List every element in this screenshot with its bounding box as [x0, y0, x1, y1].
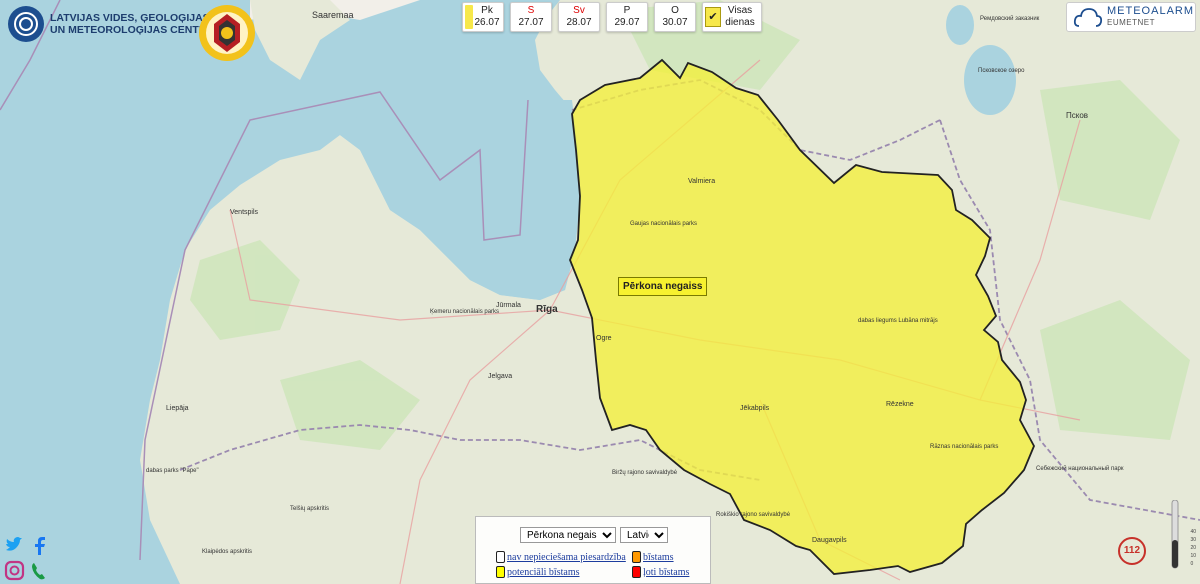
- scale-tick: 20: [1190, 545, 1196, 551]
- legend-swatch: [496, 566, 505, 578]
- pskov-lake: [964, 45, 1016, 115]
- cloud-icon: [1073, 8, 1103, 27]
- legend-link[interactable]: nav nepieciešama piesardzība: [507, 552, 626, 563]
- label-rezekne: Rēzekne: [886, 401, 914, 408]
- legend-link[interactable]: potenciāli bīstams: [507, 567, 580, 578]
- day-date: 29.07: [614, 17, 640, 28]
- meteoalarm-logo[interactable]: METEOALARM EUMETNET: [1066, 2, 1196, 32]
- emergency-112-button[interactable]: 112: [1118, 537, 1146, 565]
- day-name: P: [623, 5, 631, 16]
- social-row-top: [6, 537, 45, 555]
- warning-area-label[interactable]: Pērkona negaiss: [618, 277, 708, 296]
- label-pskov: Псков: [1066, 111, 1088, 120]
- label-daugavpils: Daugavpils: [812, 537, 847, 544]
- legend-swatch: [496, 551, 505, 563]
- scale-tick: 10: [1190, 553, 1196, 559]
- label-razna: Rāznas nacionālais parks: [930, 444, 998, 450]
- social-row-bottom: [4, 560, 45, 581]
- org-name-line2: UN METEOROLOĢIJAS CENTRS: [50, 24, 214, 36]
- day-tab-3[interactable]: P 29.07: [606, 2, 648, 32]
- meteoalarm-title: METEOALARM: [1107, 5, 1195, 17]
- label-rokiskio: Rokiškio rajono savivaldybė: [716, 512, 791, 518]
- legend-swatch: [632, 551, 641, 563]
- label-riga: Rīga: [536, 304, 558, 315]
- hazard-select[interactable]: Pērkona negaiss: [520, 527, 616, 543]
- label-ventspils: Ventspils: [230, 209, 259, 216]
- day-date: 28.07: [566, 17, 592, 28]
- day-name: O: [671, 5, 679, 16]
- legend-item-dangerous[interactable]: bīstams: [632, 551, 674, 563]
- warning-flag: [465, 5, 473, 29]
- day-name: S: [527, 5, 535, 16]
- day-name: Sv: [573, 5, 585, 16]
- label-lubana: dabas liegums Lubāna mitrājs: [858, 318, 938, 324]
- label-liepaja: Liepāja: [166, 405, 189, 412]
- legend-item-potential[interactable]: potenciāli bīstams: [496, 566, 580, 578]
- map[interactable]: Saaremaa Ventspils Rīga Jūrmala Ķemeru n…: [0, 0, 1200, 584]
- label-jekabpils: Jēkabpils: [740, 405, 770, 412]
- label-birzu: Biržų rajono savivaldybė: [612, 470, 678, 476]
- label-gaujas: Gaujas nacionālais parks: [630, 221, 697, 227]
- vugd-emblem-icon[interactable]: [196, 2, 258, 64]
- org-name-line1: LATVIJAS VIDES, ĢEOLOĢIJAS: [50, 12, 210, 24]
- label-sebezh: Себежский национальный парк: [1036, 465, 1124, 472]
- legend-item-none[interactable]: nav nepieciešama piesardzība: [496, 551, 626, 563]
- label-saaremaa: Saaremaa: [312, 10, 354, 20]
- scale-tick: 30: [1190, 537, 1196, 543]
- day-date: 30.07: [662, 17, 688, 28]
- facebook-icon[interactable]: [35, 537, 45, 555]
- instagram-icon[interactable]: [4, 560, 25, 581]
- scale-tick: 40: [1190, 529, 1196, 535]
- legend-item-very-dangerous[interactable]: ļoti bīstams: [632, 566, 689, 578]
- lvgmc-logo-icon: [8, 6, 44, 42]
- day-date: 27.07: [518, 17, 544, 28]
- day-tab-2[interactable]: Sv 28.07: [558, 2, 600, 32]
- day-tab-1[interactable]: S 27.07: [510, 2, 552, 32]
- twitter-icon[interactable]: [6, 537, 22, 551]
- label-papes: dabas parks "Pape": [146, 468, 199, 474]
- label-ogre: Ogre: [596, 335, 612, 342]
- scale-ticks: 40 30 20 10 0: [1190, 528, 1196, 568]
- day-tab-0[interactable]: Pk 26.07: [462, 2, 504, 32]
- phone-icon[interactable]: [32, 563, 45, 580]
- checkmark-icon: ✔: [705, 7, 721, 27]
- legend-link[interactable]: ļoti bīstams: [643, 567, 689, 578]
- legend-panel: Pērkona negaiss Latviešu nav nepieciešam…: [475, 516, 711, 584]
- language-select[interactable]: Latviešu: [620, 527, 668, 543]
- label-klaipeda: Klaipėdos apskritis: [202, 549, 252, 555]
- scale-tick: 0: [1190, 561, 1194, 567]
- all-days-label-2: dienas: [725, 17, 755, 28]
- label-telsiu: Telšių apskritis: [290, 506, 329, 512]
- label-remdovsky: Ремдовский заказник: [980, 15, 1040, 22]
- legend-swatch: [632, 566, 641, 578]
- label-kemeru: Ķemeru nacionālais parks: [430, 309, 499, 315]
- label-valmiera: Valmiera: [688, 178, 715, 185]
- all-days-label-1: Visas: [727, 5, 753, 16]
- label-jelgava: Jelgava: [488, 373, 512, 380]
- lvgmc-logo[interactable]: LATVIJAS VIDES, ĢEOLOĢIJAS UN METEOROLOĢ…: [8, 6, 213, 42]
- meteoalarm-subtitle: EUMETNET: [1107, 18, 1155, 27]
- legend-link[interactable]: bīstams: [643, 552, 674, 563]
- all-days-toggle[interactable]: ✔ Visas dienas: [702, 2, 762, 32]
- label-pskov-lake: Псковское озеро: [978, 68, 1025, 74]
- scale-slider[interactable]: [1168, 500, 1182, 570]
- label-jurmala: Jūrmala: [496, 302, 521, 309]
- lake: [946, 5, 974, 45]
- day-tab-4[interactable]: O 30.07: [654, 2, 696, 32]
- day-selector: Pk 26.07 S 27.07 Sv 28.07 P 29.07 O 30.0…: [462, 2, 762, 32]
